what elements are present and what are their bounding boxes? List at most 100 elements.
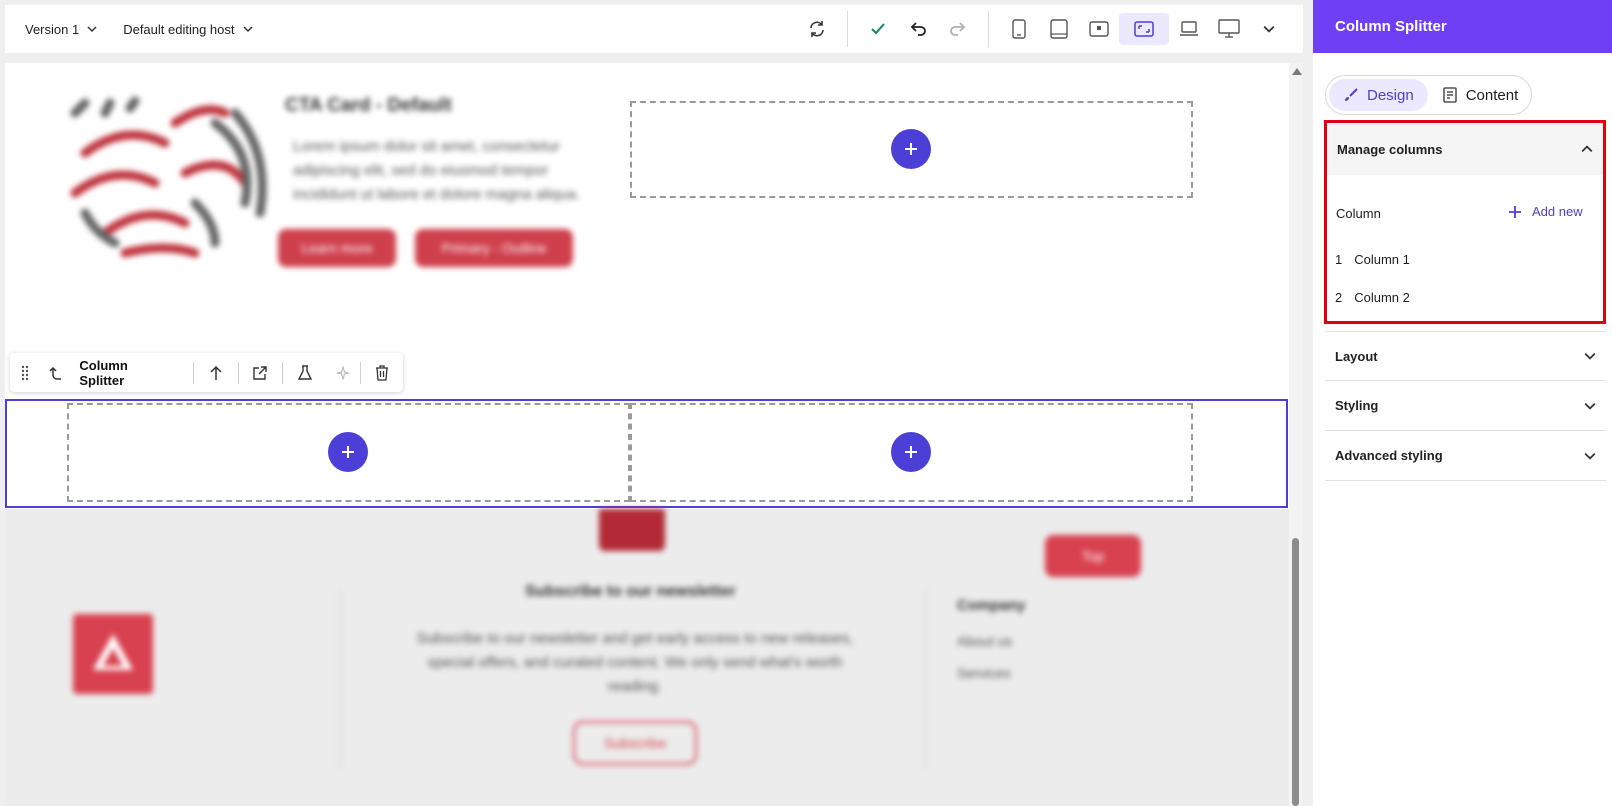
chevron-down-icon xyxy=(242,26,253,33)
add-new-column-button[interactable]: Add new xyxy=(1508,204,1583,219)
company-heading: Company xyxy=(957,597,1026,614)
section-advanced-styling[interactable]: Advanced styling xyxy=(1325,431,1606,481)
select-parent-button[interactable] xyxy=(40,353,70,392)
document-icon xyxy=(1443,87,1457,103)
arrow-up-icon xyxy=(210,365,222,380)
section-styling[interactable]: Styling xyxy=(1325,381,1606,431)
version-dropdown[interactable]: Version 1 xyxy=(25,22,97,37)
tablet-landscape-icon xyxy=(1089,21,1109,37)
mobile-icon xyxy=(1012,19,1026,39)
plus-icon xyxy=(905,446,917,458)
cta-primary-button[interactable]: Learn more xyxy=(278,229,396,267)
footer-link[interactable]: About us xyxy=(957,633,1012,649)
move-up-button[interactable] xyxy=(194,353,238,392)
device-desktop-button[interactable] xyxy=(1209,13,1249,45)
check-icon xyxy=(871,23,885,35)
add-to-column-1-button[interactable] xyxy=(328,432,368,472)
panel-tabs: Design Content xyxy=(1325,75,1532,115)
footer-link[interactable]: Services xyxy=(957,665,1011,681)
column-list-item[interactable]: 1 Column 1 xyxy=(1335,252,1595,267)
toolbar-divider xyxy=(847,11,848,47)
brush-icon xyxy=(1345,88,1358,101)
editing-host-dropdown[interactable]: Default editing host xyxy=(123,21,253,37)
laptop-icon xyxy=(1180,21,1198,36)
scroll-up-arrow[interactable] xyxy=(1292,68,1302,75)
external-link-icon xyxy=(253,365,268,380)
column-name: Column 2 xyxy=(1354,290,1410,305)
redo-button[interactable] xyxy=(938,13,978,45)
cta-card-body: Lorem ipsum dolor sit amet, consectetur … xyxy=(293,138,580,203)
add-component-button[interactable] xyxy=(891,129,931,169)
manage-columns-header[interactable]: Manage columns xyxy=(1327,123,1603,175)
drag-handle-icon xyxy=(21,365,29,380)
page-footer: Subscribe to our newsletter Subscribe to… xyxy=(5,509,1289,806)
plus-icon xyxy=(1509,205,1521,218)
column-index: 1 xyxy=(1335,252,1343,267)
column-list-item[interactable]: 2 Column 2 xyxy=(1335,290,1595,305)
desktop-icon xyxy=(1218,19,1240,38)
add-to-column-2-button[interactable] xyxy=(891,432,931,472)
page-canvas: CTA Card - Default Lorem ipsum dolor sit… xyxy=(5,63,1289,806)
editor-toolbar: Version 1 Default editing host xyxy=(5,5,1303,53)
panel-title: Column Splitter xyxy=(1313,0,1612,53)
footer-accent-tab xyxy=(599,509,665,551)
version-label: Version 1 xyxy=(25,21,80,37)
newsletter-text: Subscribe to our newsletter and get earl… xyxy=(416,630,854,695)
tab-content-label: Content xyxy=(1465,86,1519,104)
undo-button[interactable] xyxy=(898,13,938,45)
cta-card-image xyxy=(70,96,267,258)
chevron-down-icon xyxy=(1584,402,1596,410)
device-tablet-button[interactable] xyxy=(1039,13,1079,45)
arrow-up-left-icon xyxy=(49,366,61,380)
chevron-down-icon xyxy=(1263,25,1275,33)
column-heading: Column xyxy=(1336,206,1381,221)
subscribe-button[interactable]: Subscribe xyxy=(573,721,697,765)
cta-card-title: CTA Card - Default xyxy=(285,95,452,116)
section-layout-title: Layout xyxy=(1335,348,1378,364)
back-to-top-button[interactable]: Top xyxy=(1045,535,1141,577)
refresh-button[interactable] xyxy=(797,13,837,45)
column-index: 2 xyxy=(1335,290,1343,305)
scrollbar-thumb[interactable] xyxy=(1292,538,1299,806)
plus-icon xyxy=(342,446,354,458)
test-button[interactable] xyxy=(283,353,327,392)
toolbar-divider xyxy=(988,11,989,47)
device-mobile-button[interactable] xyxy=(999,13,1039,45)
trash-icon xyxy=(376,364,389,381)
plus-icon xyxy=(905,143,917,155)
fit-screen-icon xyxy=(1134,21,1154,37)
footer-content: Subscribe to our newsletter Subscribe to… xyxy=(5,509,1289,806)
editing-host-label: Default editing host xyxy=(123,21,235,37)
manage-columns-title: Manage columns xyxy=(1337,141,1443,157)
add-new-label: Add new xyxy=(1532,204,1583,219)
device-fullscreen-button[interactable] xyxy=(1119,13,1169,45)
device-more-button[interactable] xyxy=(1249,13,1289,45)
tab-design-label: Design xyxy=(1367,86,1414,104)
section-advanced-styling-title: Advanced styling xyxy=(1335,448,1443,463)
open-external-button[interactable] xyxy=(239,353,283,392)
chevron-down-icon xyxy=(1584,452,1596,460)
section-layout[interactable]: Layout xyxy=(1325,331,1606,381)
device-tablet-landscape-button[interactable] xyxy=(1079,13,1119,45)
flask-icon xyxy=(297,364,313,380)
tab-content[interactable]: Content xyxy=(1428,79,1533,111)
cta-secondary-button[interactable]: Primary - Outline xyxy=(415,229,573,267)
section-styling-title: Styling xyxy=(1335,398,1379,413)
sparkle-icon xyxy=(336,364,349,381)
drag-handle[interactable] xyxy=(10,353,40,392)
properties-panel: Column Splitter Design Content Manage co… xyxy=(1313,0,1612,806)
footer-divider xyxy=(340,589,341,769)
refresh-icon xyxy=(810,21,824,37)
undo-icon xyxy=(910,22,926,36)
device-laptop-button[interactable] xyxy=(1169,13,1209,45)
logo-icon xyxy=(93,634,133,670)
chevron-down-icon xyxy=(87,26,97,33)
save-check-button[interactable] xyxy=(858,13,898,45)
chevron-up-icon xyxy=(1581,145,1593,153)
delete-button[interactable] xyxy=(361,353,403,392)
ai-sparkle-button[interactable] xyxy=(327,353,361,392)
tablet-icon xyxy=(1050,19,1068,39)
chevron-down-icon xyxy=(1584,352,1596,360)
column-name: Column 1 xyxy=(1354,252,1410,267)
tab-design[interactable]: Design xyxy=(1329,79,1428,111)
